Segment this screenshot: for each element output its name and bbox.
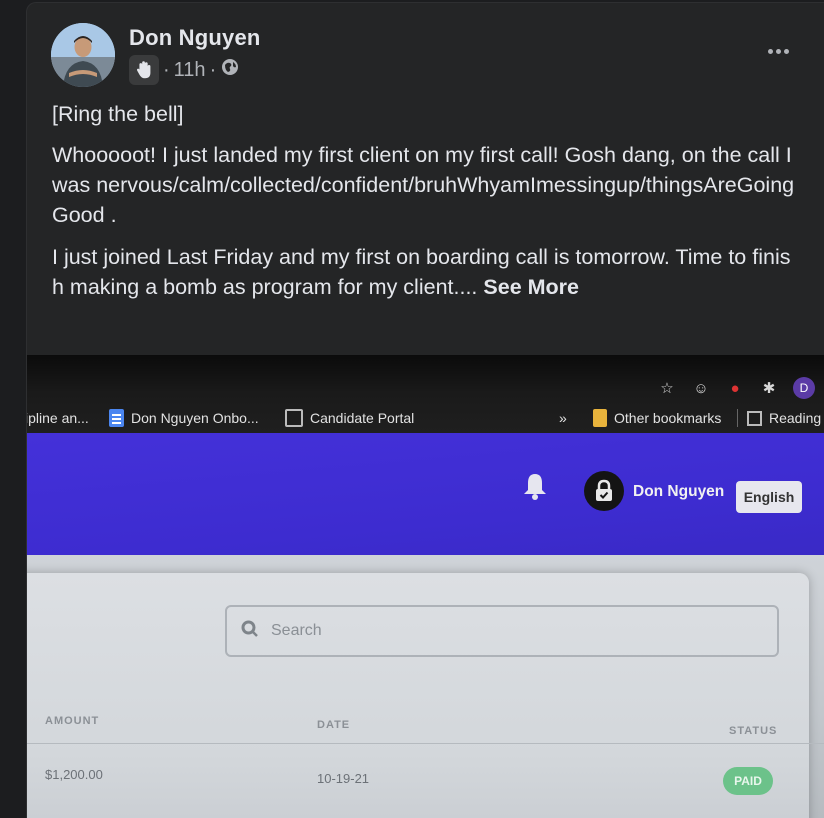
app-user-name: Don Nguyen: [633, 483, 725, 500]
post-paragraph-truncated: I just joined Last Friday and my first o…: [52, 242, 802, 302]
folder-icon: [593, 409, 607, 427]
bell-icon: [521, 471, 549, 506]
bookmarks-bar: ipline an... Don Nguyen Onbo... Candidat…: [27, 403, 824, 433]
post-line-ring-bell: [Ring the bell]: [52, 102, 184, 126]
see-more-link[interactable]: See More: [483, 275, 579, 299]
extension-face-icon: ☺: [693, 379, 709, 397]
globe-icon: [220, 57, 240, 83]
app-search-field: Search: [225, 605, 779, 657]
post-paragraph-text: I just joined Last Friday and my first o…: [52, 245, 791, 299]
column-header-amount: AMOUNT: [45, 715, 100, 727]
lock-icon: [584, 471, 624, 511]
bookmark-separator: [737, 409, 738, 427]
language-button: English: [736, 481, 802, 513]
bookmark-label: Candidate Portal: [310, 410, 415, 426]
column-header-date: DATE: [317, 719, 351, 731]
bookmark-item: Other bookmarks: [593, 409, 721, 427]
profile-avatar: D: [793, 377, 815, 399]
author-name[interactable]: Don Nguyen: [129, 25, 261, 51]
row-date: 10-19-21: [317, 771, 370, 786]
bookmark-label: Don Nguyen Onbo...: [131, 410, 259, 426]
meta-dot: ·: [163, 58, 170, 81]
puzzle-icon: ✱: [762, 380, 776, 397]
row-amount: $1,200.00: [45, 767, 103, 782]
bookmark-label: Other bookmarks: [614, 410, 722, 426]
author-avatar[interactable]: [51, 23, 115, 87]
extension-icons: ☆ ☺ ● ✱ D: [657, 377, 815, 399]
doc-icon: [109, 409, 124, 427]
star-icon: ☆: [660, 380, 674, 397]
table-divider: [27, 743, 824, 744]
wave-icon[interactable]: [129, 55, 159, 85]
extension-red-icon: ●: [730, 379, 740, 397]
bookmark-item: Candidate Portal: [285, 409, 414, 427]
meta-dot: ·: [209, 58, 217, 81]
bookmark-chevrons: »: [559, 410, 567, 426]
bookmark-label: Reading l: [769, 410, 824, 426]
reading-list-icon: [747, 410, 762, 426]
search-icon: [241, 620, 259, 643]
post-photo[interactable]: ☆ ☺ ● ✱ D ipline an... Don Nguyen Onbo..…: [27, 355, 824, 818]
bookmark-item: Reading l: [747, 410, 824, 426]
post-text: [Ring the bell] Whooooot! I just landed …: [52, 99, 802, 314]
bookmark-label: ipline an...: [27, 410, 89, 426]
bookmark-item: Don Nguyen Onbo...: [109, 409, 259, 427]
column-header-status: STATUS: [729, 725, 778, 737]
more-options-icon[interactable]: [760, 37, 796, 65]
book-icon: [285, 409, 303, 427]
status-badge: PAID: [723, 767, 773, 795]
search-placeholder: Search: [271, 622, 322, 639]
post-card: Don Nguyen · 11h · [Ring the bell] Whooo…: [26, 2, 824, 818]
post-paragraph: Whooooot! I just landed my first client …: [52, 143, 795, 227]
post-time[interactable]: 11h: [174, 59, 206, 82]
post-meta: · 11h ·: [129, 55, 240, 85]
bookmark-item: ipline an...: [27, 410, 89, 426]
